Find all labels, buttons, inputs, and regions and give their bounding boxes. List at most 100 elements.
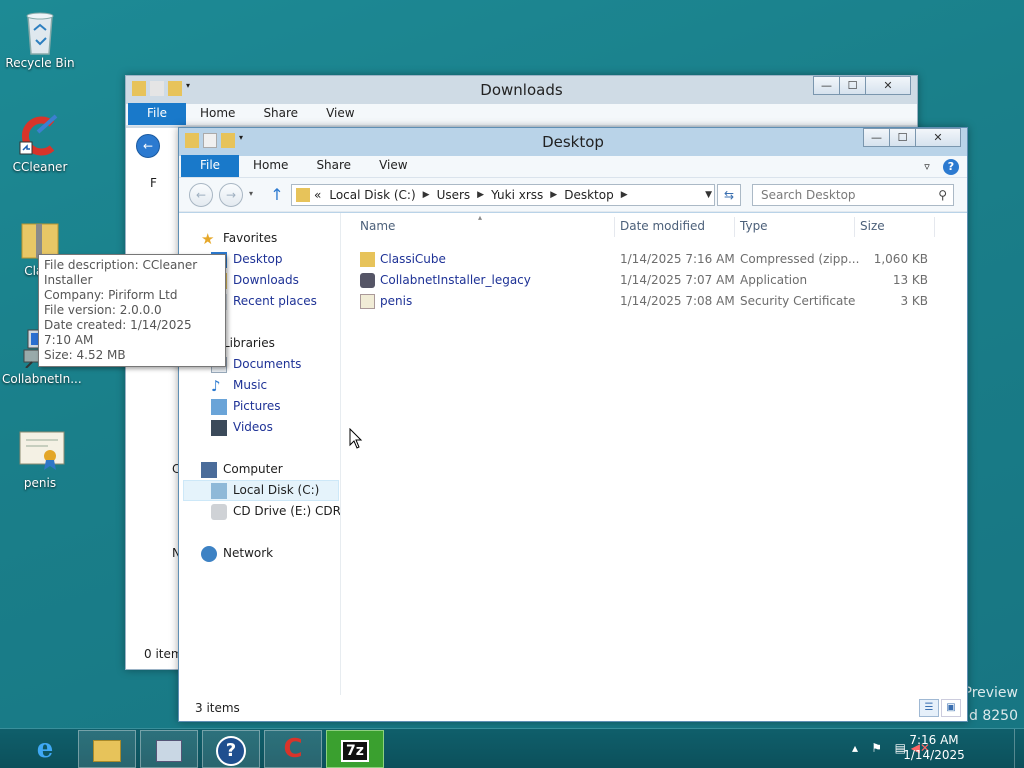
tab-view[interactable]: View xyxy=(312,103,368,125)
breadcrumb-user[interactable]: Yuki xrss xyxy=(487,188,547,202)
system-tray: ▴ ⚑ ▤ ◀✕ 7:16 AM 1/14/2025 xyxy=(834,729,1024,768)
desktop-window[interactable]: ▾ Desktop — ☐ ✕ File Home Share View ▿ ?… xyxy=(178,127,968,722)
chevron-right-icon[interactable]: ▶ xyxy=(420,190,433,200)
close-button[interactable]: ✕ xyxy=(865,76,911,95)
application-icon xyxy=(360,273,375,288)
chevron-right-icon[interactable]: ▶ xyxy=(618,190,631,200)
downloads-titlebar[interactable]: ▾ Downloads — ☐ ✕ xyxy=(126,76,917,104)
computer-icon xyxy=(201,461,217,478)
ccleaner-icon xyxy=(18,112,62,156)
nav-videos[interactable]: Videos xyxy=(211,417,273,438)
folder-icon xyxy=(296,188,310,202)
address-bar[interactable]: « Local Disk (C:) ▶ Users ▶ Yuki xrss ▶ … xyxy=(291,184,715,206)
chevron-right-icon[interactable]: ▶ xyxy=(547,190,560,200)
star-icon: ★ xyxy=(201,229,215,248)
action-center-flag-icon[interactable]: ⚑ xyxy=(871,741,882,755)
file-row[interactable]: CollabnetInstaller_legacy 1/14/2025 7:07… xyxy=(356,270,947,291)
chevron-down-icon[interactable]: ▼ xyxy=(705,190,712,200)
back-button[interactable]: ← xyxy=(189,183,213,207)
tab-share[interactable]: Share xyxy=(249,103,312,125)
tab-share[interactable]: Share xyxy=(302,155,365,177)
tooltip-description: File description: CCleaner Installer xyxy=(44,258,198,287)
ribbon-tabs: File Home Share View ▿ ? xyxy=(179,155,967,178)
tooltip-version: File version: 2.0.0.0 xyxy=(44,303,162,317)
search-icon[interactable]: ⚲ xyxy=(938,185,947,205)
maximize-button[interactable]: ☐ xyxy=(889,128,916,147)
file-row[interactable]: ClassiCube 1/14/2025 7:16 AM Compressed … xyxy=(356,249,947,270)
music-icon: ♪ xyxy=(211,376,221,395)
help-icon[interactable]: ? xyxy=(202,730,260,768)
large-icons-view-icon[interactable]: ▣ xyxy=(941,699,961,717)
control-panel-icon[interactable] xyxy=(140,730,198,768)
nav-recent-places[interactable]: Recent places xyxy=(211,291,317,312)
recent-locations-icon[interactable]: ▾ xyxy=(249,189,253,198)
tab-file[interactable]: File xyxy=(128,103,186,125)
sort-indicator-icon: ▴ xyxy=(478,213,483,222)
breadcrumb-desktop[interactable]: Desktop xyxy=(560,188,618,202)
desktop-titlebar[interactable]: ▾ Desktop — ☐ ✕ xyxy=(179,128,967,156)
refresh-button[interactable]: ⇆ xyxy=(717,184,741,206)
status-count: 0 item xyxy=(144,647,183,661)
column-header-size[interactable]: Size xyxy=(860,219,885,239)
column-header-date[interactable]: Date modified xyxy=(620,219,705,239)
taskbar: e ? C 7z ▴ ⚑ ▤ ◀✕ 7:16 AM 1/14/2025 xyxy=(0,728,1024,768)
nav-cd-drive[interactable]: CD Drive (E:) CDROM xyxy=(211,501,340,522)
file-list: ▴ Name Date modified Type Size ClassiCub… xyxy=(342,213,967,695)
clock[interactable]: 7:16 AM 1/14/2025 xyxy=(894,733,974,763)
minimize-button[interactable]: — xyxy=(813,76,840,95)
tab-home[interactable]: Home xyxy=(239,155,302,177)
back-button[interactable]: ← xyxy=(136,134,160,158)
nav-music[interactable]: ♪ Music xyxy=(211,375,267,396)
status-bar: 3 items ☰ ▣ xyxy=(179,695,967,721)
tab-view[interactable]: View xyxy=(365,155,421,177)
nav-local-disk[interactable]: Local Disk (C:) xyxy=(183,480,339,501)
hard-drive-icon xyxy=(211,482,227,499)
nav-pictures[interactable]: Pictures xyxy=(211,396,281,417)
minimize-button[interactable]: — xyxy=(863,128,890,147)
up-arrow-icon[interactable]: ↑ xyxy=(269,185,285,205)
expand-ribbon-icon[interactable]: ▿ xyxy=(919,159,935,175)
help-icon[interactable]: ? xyxy=(943,159,959,175)
column-header-name[interactable]: Name xyxy=(360,219,395,239)
file-row[interactable]: penis 1/14/2025 7:08 AM Security Certifi… xyxy=(356,291,947,312)
close-button[interactable]: ✕ xyxy=(915,128,961,147)
column-divider[interactable] xyxy=(934,217,935,237)
column-divider[interactable] xyxy=(614,217,615,237)
7zip-icon[interactable]: 7z xyxy=(326,730,384,768)
caption-buttons: — ☐ ✕ xyxy=(863,128,961,147)
ribbon-right-controls: ▿ ? xyxy=(919,159,959,175)
breadcrumb-overflow[interactable]: « xyxy=(310,188,325,202)
internet-explorer-icon[interactable]: e xyxy=(16,730,74,768)
tooltip-company: Company: Piriform Ltd xyxy=(44,288,178,302)
nav-network[interactable]: Network xyxy=(201,543,273,564)
desktop-icon-ccleaner[interactable]: CCleaner xyxy=(2,112,78,174)
column-header-type[interactable]: Type xyxy=(740,219,768,239)
tab-file[interactable]: File xyxy=(181,155,239,177)
file-info-tooltip: File description: CCleaner Installer Com… xyxy=(38,254,226,367)
nav-favorites[interactable]: ★ Favorites xyxy=(201,228,277,249)
watermark-build: ild 8250 xyxy=(961,708,1018,724)
show-hidden-icons-icon[interactable]: ▴ xyxy=(852,741,858,755)
clock-date: 1/14/2025 xyxy=(903,748,965,762)
breadcrumb-users[interactable]: Users xyxy=(433,188,475,202)
details-view-icon[interactable]: ☰ xyxy=(919,699,939,717)
desktop-icon-label: CollabnetIn... xyxy=(2,372,82,386)
certificate-icon xyxy=(18,428,65,472)
nav-computer[interactable]: Computer xyxy=(201,459,283,480)
tooltip-date-created: Date created: 1/14/2025 7:10 AM xyxy=(44,318,192,347)
chevron-right-icon[interactable]: ▶ xyxy=(474,190,487,200)
caption-buttons: — ☐ ✕ xyxy=(813,76,911,95)
file-explorer-icon[interactable] xyxy=(78,730,136,768)
column-divider[interactable] xyxy=(854,217,855,237)
column-divider[interactable] xyxy=(734,217,735,237)
recycle-bin-icon xyxy=(18,8,62,55)
ccleaner-icon[interactable]: C xyxy=(264,730,322,768)
tab-home[interactable]: Home xyxy=(186,103,249,125)
maximize-button[interactable]: ☐ xyxy=(839,76,866,95)
desktop-icon-penis[interactable]: penis xyxy=(2,428,78,490)
desktop-icon-recycle-bin[interactable]: Recycle Bin xyxy=(2,8,78,70)
breadcrumb-local-disk[interactable]: Local Disk (C:) xyxy=(325,188,419,202)
search-input[interactable]: Search Desktop ⚲ xyxy=(752,184,954,206)
forward-button[interactable]: → xyxy=(219,183,243,207)
show-desktop-button[interactable] xyxy=(1014,729,1024,768)
